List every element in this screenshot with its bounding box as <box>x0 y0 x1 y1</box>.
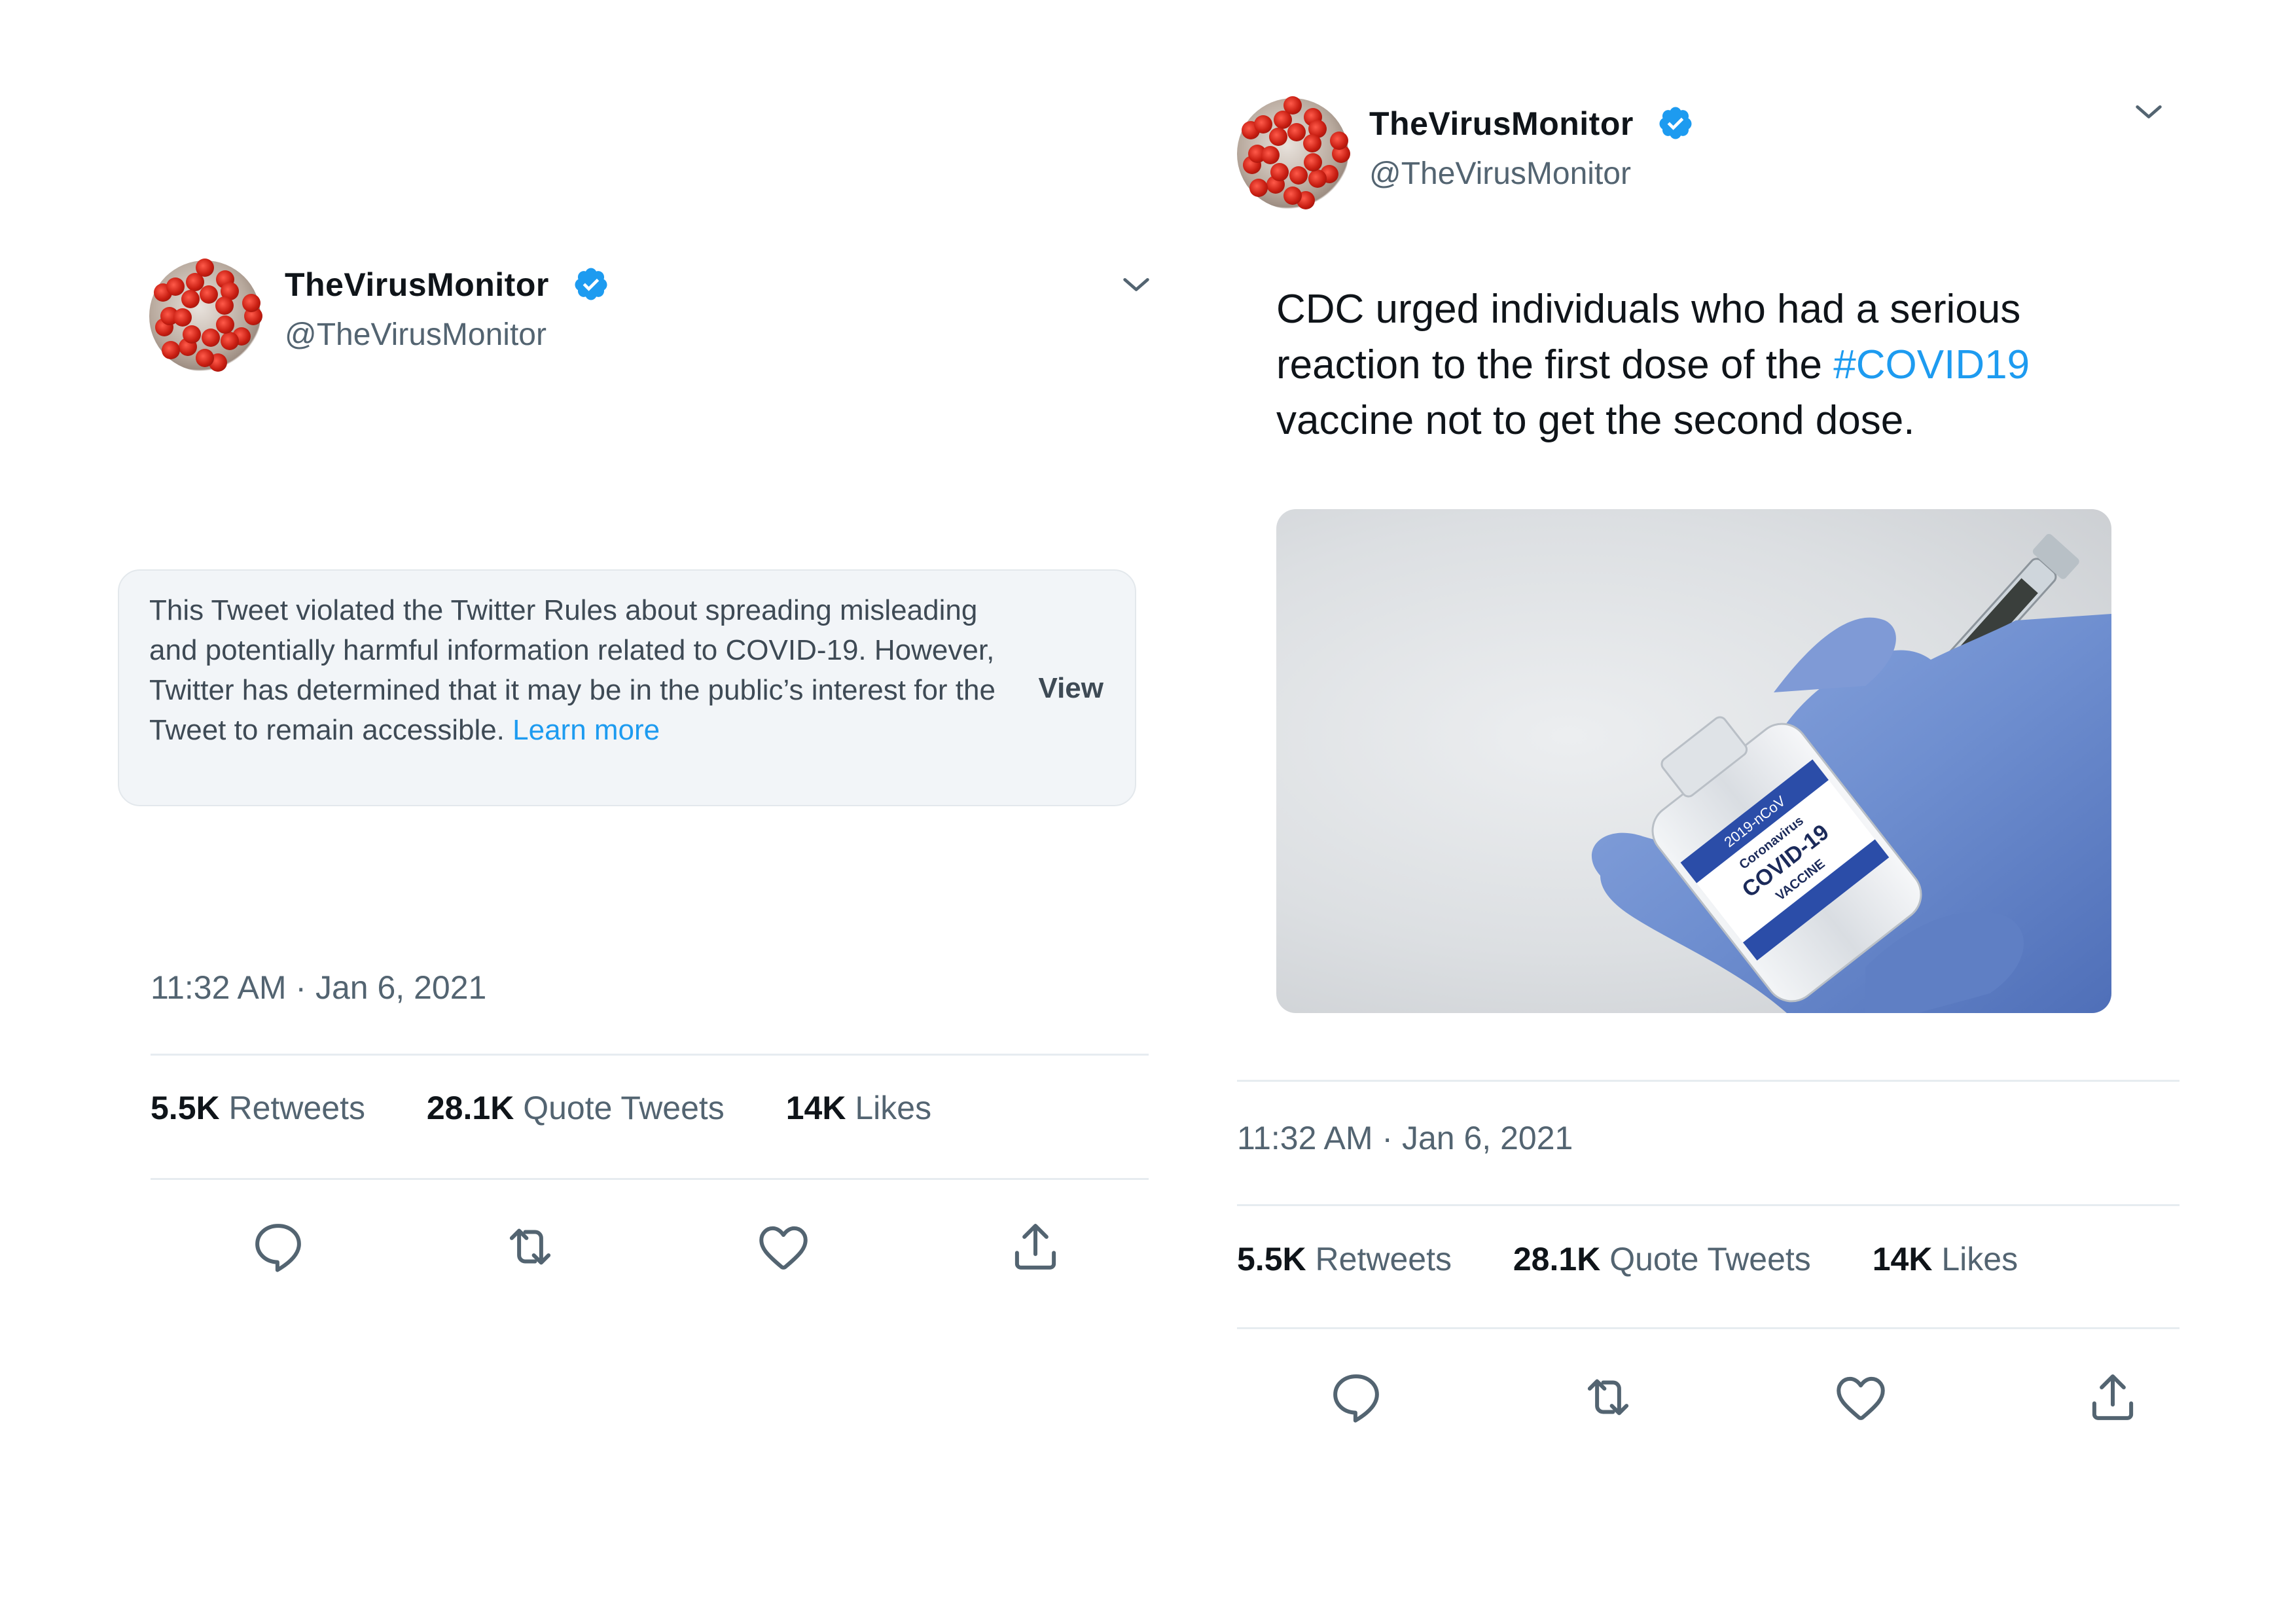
likes-label: Likes <box>855 1090 932 1126</box>
retweet-icon[interactable] <box>501 1217 560 1276</box>
divider <box>1237 1204 2179 1206</box>
virus-spike <box>1261 145 1280 164</box>
virus-spike <box>183 325 202 344</box>
virus-spike <box>215 296 234 315</box>
retweets-stat[interactable]: 5.5K Retweets <box>1237 1240 1452 1278</box>
display-name[interactable]: TheVirusMonitor <box>1369 105 1634 143</box>
account-handle[interactable]: @TheVirusMonitor <box>285 317 547 353</box>
display-name[interactable]: TheVirusMonitor <box>285 266 549 304</box>
quote-tweets-count: 28.1K <box>426 1090 514 1126</box>
likes-label: Likes <box>1941 1241 2018 1277</box>
like-icon[interactable] <box>1831 1368 1890 1427</box>
tweet-card-left: TheVirusMonitor @TheVirusMonitor This Tw… <box>118 249 1165 1505</box>
tweet-stats: 5.5K Retweets 28.1K Quote Tweets 14K Lik… <box>151 1089 984 1127</box>
likes-stat[interactable]: 14K Likes <box>786 1089 931 1127</box>
retweets-label: Retweets <box>228 1090 365 1126</box>
virus-spike <box>1283 96 1302 115</box>
likes-stat[interactable]: 14K Likes <box>1873 1240 2018 1278</box>
tweet-actions <box>1230 1368 2186 1433</box>
tweet-text-part: vaccine not to get the second dose. <box>1276 398 1915 443</box>
divider <box>151 1054 1149 1056</box>
virus-spike <box>166 277 185 296</box>
tweet-card-right: TheVirusMonitor @TheVirusMonitor CDC urg… <box>1230 92 2186 1466</box>
virus-spike <box>202 328 221 347</box>
likes-count: 14K <box>785 1090 846 1126</box>
virus-spike <box>1253 115 1272 134</box>
virus-spike <box>221 332 240 351</box>
chevron-down-icon[interactable] <box>1119 268 1153 302</box>
divider <box>1237 1080 2179 1082</box>
quote-tweets-stat[interactable]: 28.1K Quote Tweets <box>427 1089 725 1127</box>
virus-spike <box>161 341 180 360</box>
like-icon[interactable] <box>754 1217 813 1276</box>
virus-spike <box>196 349 214 367</box>
virus-spike <box>1268 128 1287 147</box>
virus-spike <box>1249 179 1268 198</box>
quote-tweets-label: Quote Tweets <box>1609 1241 1811 1277</box>
virus-spike <box>1304 153 1323 172</box>
tweet-timestamp[interactable]: 11:32 AM · Jan 6, 2021 <box>151 969 486 1007</box>
retweets-count: 5.5K <box>151 1090 220 1126</box>
policy-notice: This Tweet violated the Twitter Rules ab… <box>118 569 1136 806</box>
view-button[interactable]: View <box>1039 672 1103 705</box>
tweet-actions <box>118 1217 1165 1283</box>
learn-more-link[interactable]: Learn more <box>512 714 660 746</box>
share-icon[interactable] <box>2083 1368 2142 1427</box>
tweet-media-image[interactable]: 2019-nCoV Coronavirus COVID-19 VACCINE <box>1276 509 2111 1013</box>
virus-spike <box>173 308 192 327</box>
quote-tweets-count: 28.1K <box>1513 1241 1601 1277</box>
virus-spike <box>1289 166 1308 185</box>
verified-badge-icon <box>1659 107 1692 139</box>
virus-spike <box>199 285 218 304</box>
virus-spike <box>181 290 200 309</box>
virus-spike <box>196 259 214 277</box>
quote-tweets-stat[interactable]: 28.1K Quote Tweets <box>1513 1240 1811 1278</box>
vaccine-vial-photo: 2019-nCoV Coronavirus COVID-19 VACCINE <box>1591 533 2111 1013</box>
virus-avatar-icon[interactable] <box>149 259 262 372</box>
tweet-timestamp[interactable]: 11:32 AM · Jan 6, 2021 <box>1237 1119 1573 1157</box>
virus-spike <box>1283 187 1302 205</box>
quote-tweets-label: Quote Tweets <box>523 1090 725 1126</box>
notice-text: This Tweet violated the Twitter Rules ab… <box>149 590 1013 750</box>
virus-avatar-icon[interactable] <box>1237 96 1350 210</box>
divider <box>151 1178 1149 1180</box>
tweet-stats: 5.5K Retweets 28.1K Quote Tweets 14K Lik… <box>1237 1240 2070 1278</box>
retweets-count: 5.5K <box>1237 1241 1306 1277</box>
divider <box>1237 1327 2179 1329</box>
retweets-label: Retweets <box>1315 1241 1452 1277</box>
tweet-text: CDC urged individuals who had a serious … <box>1276 281 2166 448</box>
account-handle[interactable]: @TheVirusMonitor <box>1369 156 1631 192</box>
retweet-icon[interactable] <box>1579 1368 1638 1427</box>
likes-count: 14K <box>1872 1241 1933 1277</box>
hashtag-link[interactable]: #COVID19 <box>1833 342 2030 387</box>
virus-spike <box>1287 122 1306 141</box>
virus-spike <box>1270 162 1289 181</box>
virus-spike <box>1302 134 1321 152</box>
verified-badge-icon <box>575 268 607 300</box>
chevron-down-icon[interactable] <box>2132 96 2166 130</box>
virus-spike <box>216 315 235 334</box>
reply-icon[interactable] <box>249 1217 308 1276</box>
retweets-stat[interactable]: 5.5K Retweets <box>151 1089 365 1127</box>
reply-icon[interactable] <box>1327 1368 1386 1427</box>
share-icon[interactable] <box>1006 1217 1065 1276</box>
virus-spike <box>1308 169 1327 188</box>
